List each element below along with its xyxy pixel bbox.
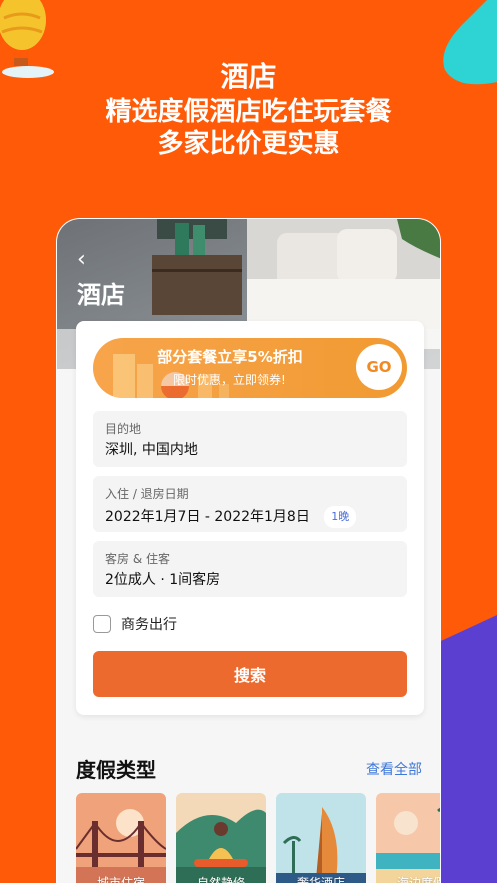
promo-header: 酒店 精选度假酒店吃住玩套餐 多家比价更实惠: [0, 58, 497, 160]
go-button[interactable]: GO: [356, 344, 402, 390]
city-bridge-illustration: [76, 793, 166, 883]
category-card-city[interactable]: 城市住宿: [76, 793, 166, 883]
category-label: 自然静修: [196, 876, 245, 883]
promo-line-1: 精选度假酒店吃住玩套餐: [105, 97, 392, 127]
business-travel-label: 商务出行: [121, 617, 177, 633]
dates-value: 2022年1月7日 - 2022年1月8日: [105, 509, 310, 525]
guests-label: 客房 & 住客: [105, 552, 170, 566]
category-label: 海边度假: [396, 876, 441, 883]
chevron-left-icon: ‹: [77, 247, 86, 272]
category-label: 城市住宿: [96, 876, 145, 883]
search-card: 部分套餐立享5%折扣 限时优惠，立即领券! GO 目的地 深圳, 中国内地 入住…: [76, 321, 424, 715]
business-travel-checkbox[interactable]: [93, 615, 111, 633]
promo-title: 酒店: [220, 60, 277, 93]
coupon-sub-text: 限时优惠，立即领券!: [173, 373, 286, 387]
view-all-link[interactable]: 查看全部: [366, 759, 422, 779]
luxury-tower-illustration: [276, 793, 366, 883]
phone-screen: ‹ 酒店 部分套餐立享5%折扣 限时优惠，立即领券! GO 目的地 深圳, 中国…: [56, 218, 441, 883]
category-label: 奢华酒店: [296, 876, 345, 883]
nights-badge: 1晚: [324, 506, 357, 528]
promo-line-2: 多家比价更实惠: [157, 129, 340, 159]
meditation-illustration: [176, 793, 266, 883]
category-row: 城市住宿 自然静修 奢华酒店 海边度假: [76, 793, 441, 883]
search-button[interactable]: 搜索: [93, 651, 407, 697]
section-title: 度假类型: [76, 758, 156, 782]
back-button[interactable]: ‹: [77, 249, 86, 271]
destination-value: 深圳, 中国内地: [105, 442, 198, 458]
category-card-beach[interactable]: 海边度假: [376, 793, 441, 883]
dates-label: 入住 / 退房日期: [105, 487, 189, 501]
guests-field[interactable]: 客房 & 住客 2位成人 · 1间客房: [93, 541, 407, 597]
page-title: 酒店: [77, 281, 125, 309]
destination-field[interactable]: 目的地 深圳, 中国内地: [93, 411, 407, 467]
dates-value-row: 2022年1月7日 - 2022年1月8日 1晚: [105, 506, 395, 528]
destination-label: 目的地: [105, 422, 142, 436]
beach-illustration: [376, 793, 440, 883]
category-card-nature[interactable]: 自然静修: [176, 793, 266, 883]
category-card-luxury[interactable]: 奢华酒店: [276, 793, 366, 883]
coupon-banner[interactable]: 部分套餐立享5%折扣 限时优惠，立即领券! GO: [93, 338, 407, 398]
dates-field[interactable]: 入住 / 退房日期 2022年1月7日 - 2022年1月8日 1晚: [93, 476, 407, 532]
business-travel-option[interactable]: 商务出行: [93, 613, 177, 635]
guests-value: 2位成人 · 1间客房: [105, 572, 221, 588]
